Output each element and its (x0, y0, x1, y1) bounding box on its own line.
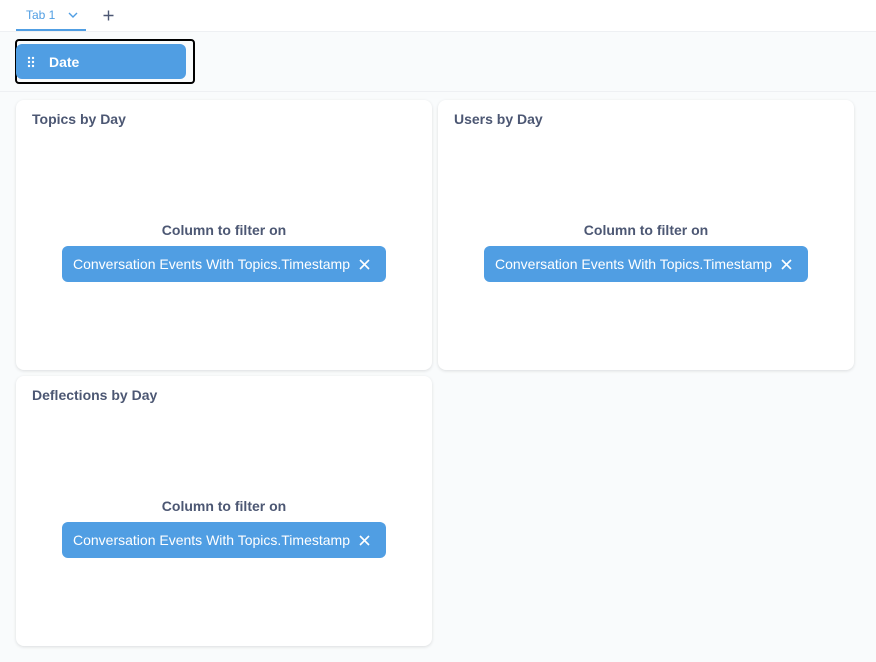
column-to-filter-label: Column to filter on (161, 498, 287, 514)
card-deflections-by-day: Deflections by Day Column to filter on C… (16, 376, 432, 646)
close-icon[interactable] (357, 533, 371, 547)
close-icon[interactable] (357, 257, 371, 271)
column-to-filter-label: Column to filter on (161, 222, 287, 238)
filter-label: Date (49, 53, 80, 70)
column-mapping-value: Conversation Events With Topics.Timestam… (73, 256, 350, 272)
column-mapping-chip[interactable]: Conversation Events With Topics.Timestam… (62, 246, 386, 282)
date-filter-button[interactable]: Date (16, 44, 186, 79)
tab-label: Tab 1 (26, 7, 56, 22)
card-topics-by-day: Topics by Day Column to filter on Conver… (16, 100, 432, 370)
card-title: Topics by Day (32, 111, 126, 127)
column-to-filter-label: Column to filter on (583, 222, 709, 238)
card-users-by-day: Users by Day Column to filter on Convers… (438, 100, 854, 370)
column-mapping-chip[interactable]: Conversation Events With Topics.Timestam… (484, 246, 808, 282)
filter-bar: Date (0, 32, 876, 92)
card-title: Deflections by Day (32, 387, 158, 403)
tab-1[interactable]: Tab 1 (16, 0, 86, 31)
tab-bar: Tab 1 (0, 0, 876, 32)
column-mapping-value: Conversation Events With Topics.Timestam… (73, 532, 350, 548)
grip-icon[interactable] (27, 56, 37, 68)
chevron-down-icon[interactable] (67, 9, 79, 21)
plus-icon[interactable] (100, 7, 116, 23)
card-title: Users by Day (454, 111, 543, 127)
close-icon[interactable] (779, 257, 793, 271)
column-mapping-chip[interactable]: Conversation Events With Topics.Timestam… (62, 522, 386, 558)
column-mapping-value: Conversation Events With Topics.Timestam… (495, 256, 772, 272)
